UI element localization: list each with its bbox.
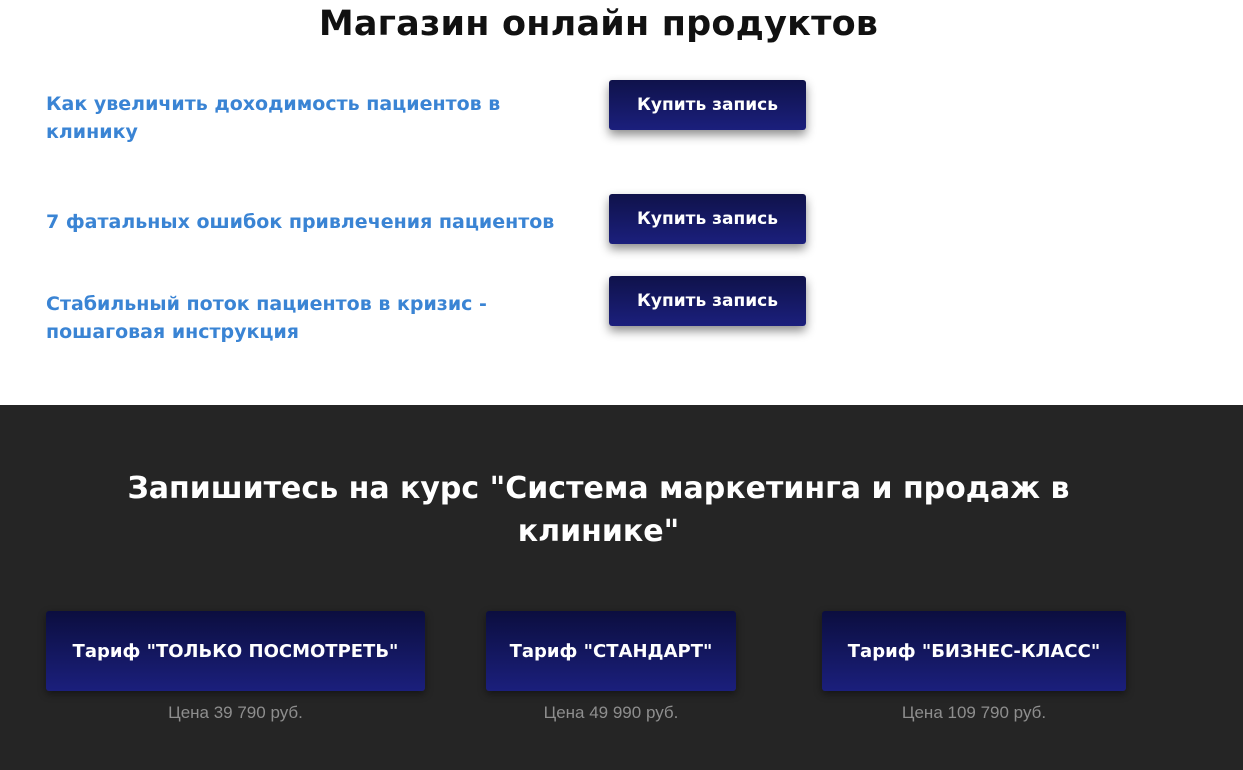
tariff-price: Цена 49 990 руб.	[543, 703, 679, 722]
product-title: Стабильный поток пациентов в кризис - по…	[46, 293, 487, 343]
product-title: 7 фатальных ошибок привлечения пациентов	[46, 211, 555, 233]
product-title: Как увеличить доходимость пациентов в кл…	[46, 93, 501, 143]
buy-recording-button[interactable]: Купить запись	[609, 80, 806, 130]
course-heading: Запишитесь на курс "Система маркетинга и…	[127, 471, 1070, 549]
buy-recording-button[interactable]: Купить запись	[609, 276, 806, 326]
tariff-view-only-button[interactable]: Тариф "ТОЛЬКО ПОСМОТРЕТЬ"	[46, 611, 425, 691]
product-shop-section: Магазин онлайн продуктов Как увеличить д…	[0, 0, 1243, 405]
tariff-price: Цена 39 790 руб.	[168, 703, 303, 722]
buy-recording-button[interactable]: Купить запись	[609, 194, 806, 244]
page-title: Магазин онлайн продуктов	[318, 4, 879, 44]
tariff-business-class-button[interactable]: Тариф "БИЗНЕС-КЛАСС"	[822, 611, 1126, 691]
tariff-standard-button[interactable]: Тариф "СТАНДАРТ"	[486, 611, 736, 691]
tariff-price: Цена 109 790 руб.	[901, 703, 1047, 722]
course-signup-section: Запишитесь на курс "Система маркетинга и…	[0, 405, 1243, 770]
